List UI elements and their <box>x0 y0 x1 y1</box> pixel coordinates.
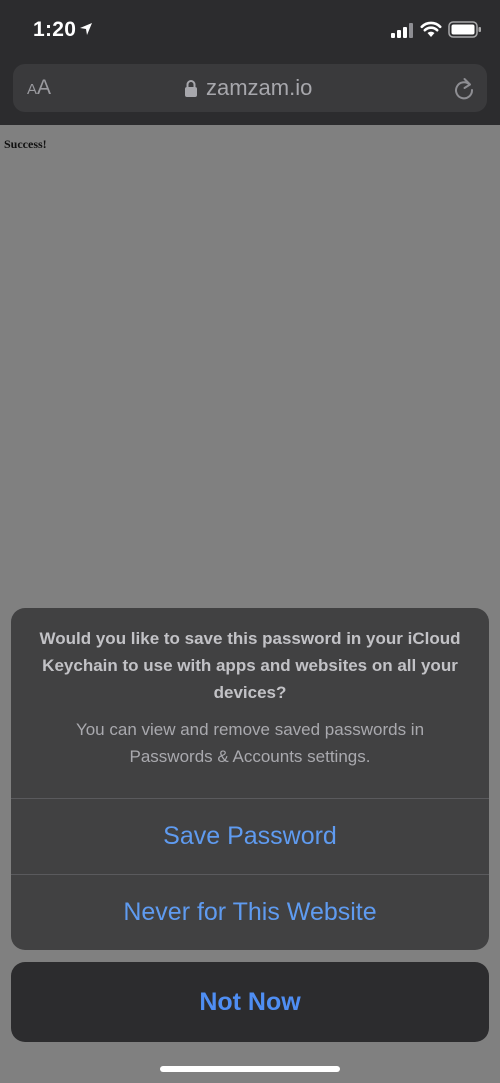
save-password-sheet: Would you like to save this password in … <box>11 608 489 950</box>
lock-icon <box>185 80 197 97</box>
signal-icon <box>391 23 413 38</box>
status-time: 1:20 <box>33 18 77 41</box>
page-message: Success! <box>4 137 47 151</box>
address-bar[interactable]: AA zamzam.io <box>13 64 487 112</box>
battery-icon <box>448 21 481 38</box>
reload-icon[interactable] <box>453 76 475 100</box>
url-text[interactable]: zamzam.io <box>206 75 312 101</box>
text-size-large-label: A <box>37 76 52 99</box>
wifi-icon <box>420 21 442 37</box>
browser-toolbar: AA zamzam.io <box>0 62 500 125</box>
home-indicator[interactable] <box>160 1066 340 1072</box>
text-size-button[interactable]: AA <box>27 76 51 100</box>
save-password-button[interactable]: Save Password <box>11 799 489 874</box>
not-now-button[interactable]: Not Now <box>11 962 489 1042</box>
sheet-header: Would you like to save this password in … <box>11 608 489 798</box>
location-icon <box>80 23 92 35</box>
text-size-small-label: A <box>27 81 38 98</box>
sheet-title: Would you like to save this password in … <box>39 629 461 702</box>
status-bar: 1:20 <box>0 0 500 62</box>
sheet-message: You can view and remove saved passwords … <box>75 720 425 766</box>
never-for-this-website-button[interactable]: Never for This Website <box>11 875 489 950</box>
